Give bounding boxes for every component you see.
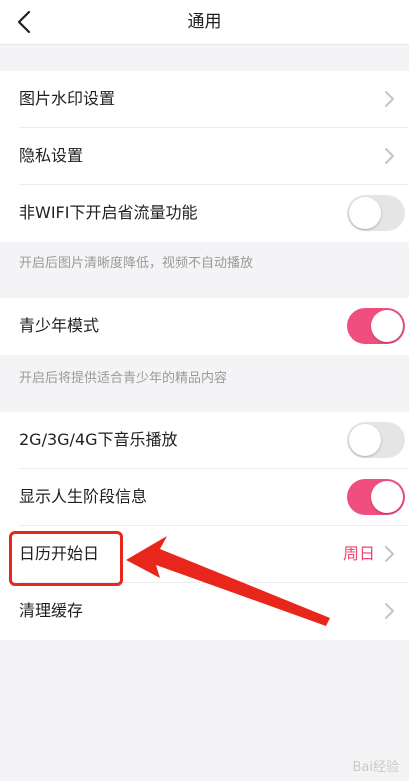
row-clear-cache[interactable]: 清理缓存 xyxy=(0,583,409,640)
life-stage-toggle[interactable] xyxy=(347,479,405,515)
calendar-start-value: 周日 xyxy=(342,544,375,563)
row-label: 图片水印设置 xyxy=(19,89,116,108)
row-label: 清理缓存 xyxy=(19,601,84,620)
music-mobile-toggle[interactable] xyxy=(347,422,405,458)
chevron-right-icon xyxy=(385,91,394,107)
row-label: 非WIFI下开启省流量功能 xyxy=(19,203,198,222)
row-label: 青少年模式 xyxy=(19,316,100,335)
row-life-stage-info: 显示人生阶段信息 xyxy=(0,469,409,526)
row-label: 显示人生阶段信息 xyxy=(19,487,148,506)
chevron-right-icon xyxy=(385,603,394,619)
row-label: 隐私设置 xyxy=(19,146,84,165)
data-saver-toggle[interactable] xyxy=(347,195,405,231)
header-bar: 通用 xyxy=(0,0,409,45)
row-non-wifi-data-saver: 非WIFI下开启省流量功能 xyxy=(0,185,409,242)
teen-mode-toggle[interactable] xyxy=(347,308,405,344)
toggle-knob xyxy=(349,197,381,229)
toggle-knob xyxy=(371,310,403,342)
row-music-mobile-data: 2G/3G/4G下音乐播放 xyxy=(0,412,409,469)
annotation-highlight-box xyxy=(9,531,123,586)
page-title: 通用 xyxy=(187,12,222,32)
row-teen-mode: 青少年模式 xyxy=(0,298,409,355)
chevron-right-icon xyxy=(385,546,394,562)
row-label: 2G/3G/4G下音乐播放 xyxy=(19,430,178,449)
toggle-knob xyxy=(371,481,403,513)
row-watermark-settings[interactable]: 图片水印设置 xyxy=(0,71,409,128)
toggle-knob xyxy=(349,424,381,456)
teen-mode-hint: 开启后将提供适合青少年的精品内容 xyxy=(19,371,228,386)
row-privacy-settings[interactable]: 隐私设置 xyxy=(0,128,409,185)
watermark-text: Bai经验 xyxy=(352,760,400,775)
data-saver-hint: 开启后图片清晰度降低，视频不自动播放 xyxy=(19,256,254,271)
chevron-right-icon xyxy=(385,148,394,164)
